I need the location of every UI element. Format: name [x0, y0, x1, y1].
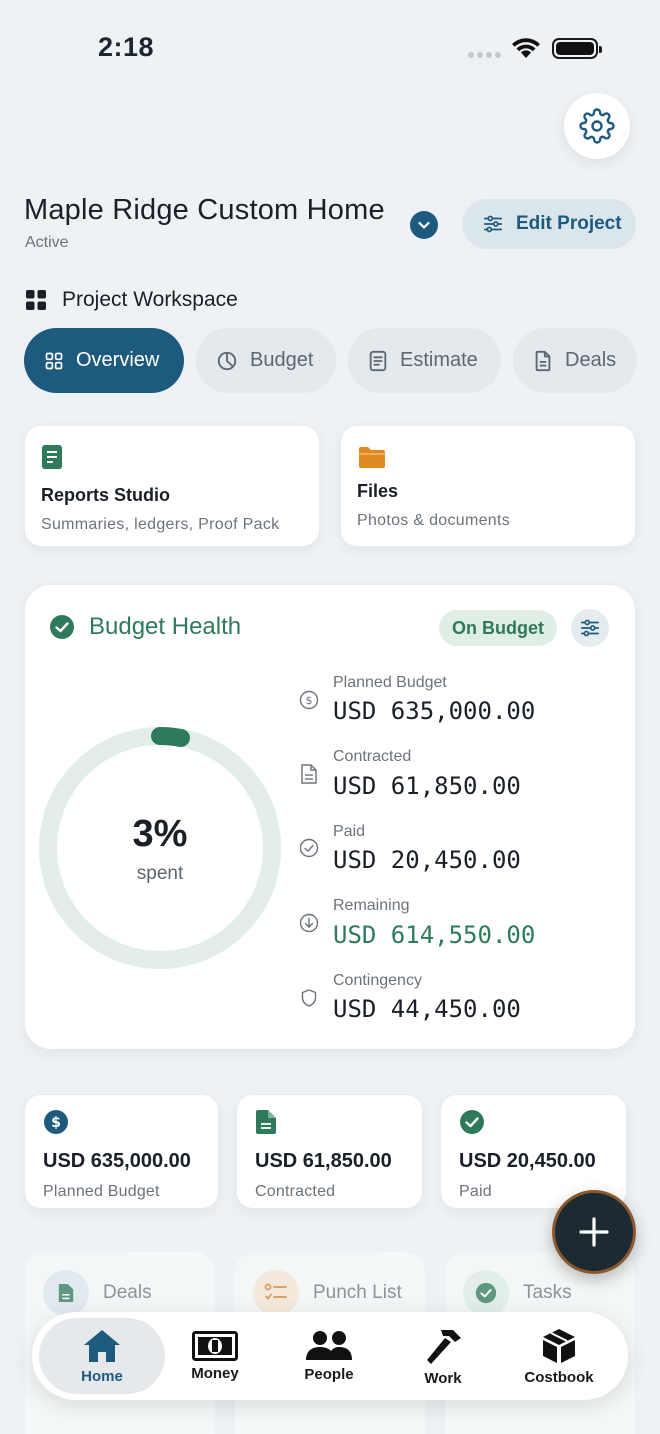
- paid-label: Paid: [333, 823, 366, 840]
- dollar-icon: $: [44, 1110, 68, 1134]
- workspace-tabs: Overview Budget Estimate Deals: [24, 328, 637, 393]
- budget-filter-button[interactable]: [571, 609, 609, 647]
- tab-deals[interactable]: Deals: [513, 328, 637, 393]
- status-time: 2:18: [98, 32, 155, 62]
- people-icon: [306, 1330, 352, 1360]
- check-circle-icon: [460, 1110, 484, 1134]
- nav-home[interactable]: Home: [39, 1312, 165, 1400]
- shield-icon: [301, 989, 317, 1007]
- contracted-label: Contracted: [333, 748, 412, 765]
- contingency-value: USD 44,450.00: [333, 995, 521, 1023]
- nav-money-label: Money: [191, 1364, 239, 1382]
- check-circle-icon: [463, 1270, 509, 1316]
- checklist-icon: [253, 1270, 299, 1316]
- file-icon: [43, 1270, 89, 1316]
- budget-health-header: Budget Health: [49, 613, 241, 641]
- tasks-card-title: Tasks: [523, 1282, 572, 1303]
- project-status: Active: [25, 234, 69, 251]
- punch-list-card-title: Punch List: [313, 1282, 402, 1303]
- planned-budget-label: Planned Budget: [333, 674, 447, 691]
- paid-value: USD 20,450.00: [333, 846, 521, 874]
- nav-money[interactable]: Money: [162, 1312, 268, 1400]
- arrow-down-circle-icon: [299, 913, 319, 933]
- tab-budget[interactable]: Budget: [196, 328, 336, 393]
- nav-people-label: People: [304, 1365, 354, 1383]
- project-title: Maple Ridge Custom Home: [24, 194, 385, 226]
- reports-studio-subtitle: Summaries, ledgers, Proof Pack: [41, 516, 280, 533]
- contracted-value: USD 61,850.00: [333, 772, 521, 800]
- metric-planned-value: USD 635,000.00: [43, 1150, 191, 1172]
- file-icon: [535, 350, 551, 371]
- settings-button[interactable]: [564, 93, 630, 159]
- metric-paid-value: USD 20,450.00: [459, 1150, 596, 1172]
- files-subtitle: Photos & documents: [357, 512, 511, 529]
- bottom-nav: Home Money People Work Costbook: [32, 1312, 628, 1400]
- document-icon: [256, 1110, 276, 1134]
- project-switcher-button[interactable]: [410, 211, 438, 239]
- budget-health-card: Budget Health On Budget 3% spent $ Plann…: [25, 585, 635, 1049]
- plus-icon: [579, 1217, 609, 1247]
- percent-spent: 3%: [132, 813, 188, 855]
- nav-home-label: Home: [81, 1367, 123, 1385]
- deals-card-title: Deals: [103, 1282, 152, 1303]
- nav-people[interactable]: People: [275, 1312, 383, 1400]
- dollar-icon: $: [299, 690, 319, 710]
- metric-card-contracted[interactable]: USD 61,850.00 Contracted: [237, 1095, 422, 1208]
- files-card[interactable]: Files Photos & documents: [341, 426, 635, 546]
- add-button[interactable]: [552, 1190, 636, 1274]
- remaining-value: USD 614,550.00: [333, 921, 536, 949]
- metric-card-planned[interactable]: $ USD 635,000.00 Planned Budget: [25, 1095, 218, 1208]
- tab-deals-label: Deals: [565, 349, 617, 371]
- tab-estimate[interactable]: Estimate: [348, 328, 501, 393]
- grid-icon: [26, 290, 46, 310]
- reports-studio-card[interactable]: Reports Studio Summaries, ledgers, Proof…: [25, 426, 319, 546]
- on-budget-badge: On Budget: [439, 610, 557, 646]
- document-icon: [301, 764, 317, 784]
- grid-icon: [45, 352, 63, 369]
- home-icon: [84, 1329, 120, 1362]
- metric-contracted-label: Contracted: [255, 1183, 336, 1200]
- contingency-label: Contingency: [333, 972, 422, 989]
- edit-project-button[interactable]: Edit Project: [462, 199, 636, 249]
- nav-costbook[interactable]: Costbook: [507, 1312, 611, 1400]
- planned-budget-value: USD 635,000.00: [333, 697, 536, 725]
- nav-work[interactable]: Work: [390, 1312, 496, 1400]
- tab-overview[interactable]: Overview: [24, 328, 184, 393]
- svg-text:$: $: [51, 1115, 61, 1131]
- pie-chart-icon: [217, 351, 237, 370]
- svg-text:$: $: [306, 694, 313, 707]
- check-circle-icon: [299, 838, 319, 858]
- folder-icon: [359, 447, 385, 468]
- battery-icon: [552, 38, 602, 59]
- document-icon: [369, 350, 387, 371]
- check-circle-icon: [50, 615, 74, 639]
- tab-overview-label: Overview: [76, 349, 160, 371]
- workspace-title: Project Workspace: [62, 288, 238, 311]
- signal-dots-icon: [468, 52, 501, 58]
- sliders-icon: [580, 619, 600, 637]
- metric-planned-label: Planned Budget: [43, 1183, 160, 1200]
- edit-project-label: Edit Project: [516, 213, 622, 234]
- report-icon: [42, 445, 62, 469]
- files-title: Files: [357, 481, 399, 501]
- workspace-heading: Project Workspace: [24, 288, 238, 312]
- tab-budget-label: Budget: [250, 349, 314, 371]
- wifi-icon: [509, 36, 543, 65]
- nav-work-label: Work: [424, 1369, 462, 1387]
- chevron-down-icon: [418, 221, 430, 229]
- metric-contracted-value: USD 61,850.00: [255, 1150, 392, 1172]
- gear-icon: [579, 108, 615, 144]
- nav-costbook-label: Costbook: [524, 1368, 594, 1386]
- remaining-label: Remaining: [333, 897, 410, 914]
- reports-studio-title: Reports Studio: [41, 485, 170, 505]
- sliders-icon: [483, 215, 503, 233]
- money-icon: [192, 1330, 238, 1361]
- hammer-icon: [427, 1329, 461, 1364]
- box-icon: [543, 1328, 575, 1363]
- tab-estimate-label: Estimate: [400, 349, 478, 371]
- spent-label: spent: [136, 863, 184, 884]
- budget-health-title: Budget Health: [89, 613, 242, 640]
